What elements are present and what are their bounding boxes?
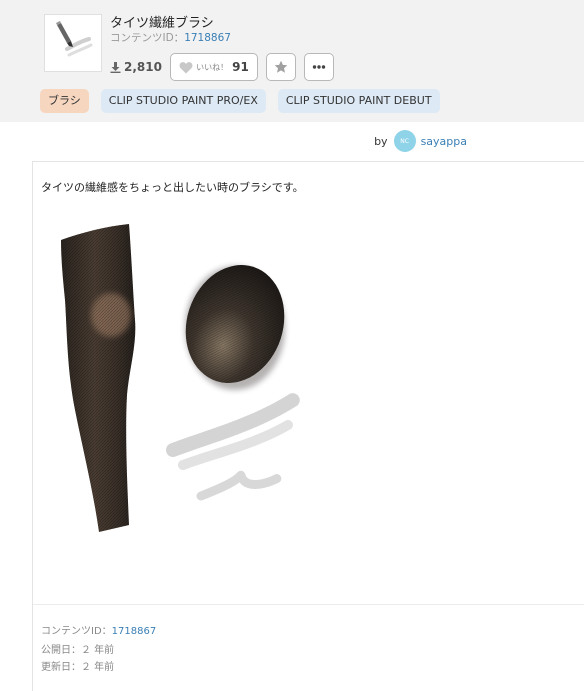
more-options-button[interactable] [303, 53, 334, 81]
material-description: タイツの繊維感をちょっと出したい時のブラシです。 [41, 181, 304, 194]
tag-csp-debut[interactable]: CLIP STUDIO PAINT DEBUT [277, 89, 440, 113]
meta-content-id-label: コンテンツID： [41, 626, 112, 637]
meta-content-id: コンテンツID：1718867 [41, 622, 156, 637]
content-id-line: コンテンツID：1718867 [110, 30, 231, 45]
author-name-link[interactable]: sayappa [421, 135, 467, 148]
content-id-link[interactable]: 1718867 [184, 32, 231, 44]
author-by-label: by [374, 134, 388, 148]
material-thumbnail[interactable] [44, 14, 102, 72]
more-icon [312, 65, 326, 69]
tag-brush[interactable]: ブラシ [40, 89, 89, 113]
footer-divider [33, 604, 584, 605]
favorite-button[interactable] [265, 53, 296, 81]
download-count: 2,810 [110, 60, 162, 74]
like-label: いいね！ [196, 62, 229, 72]
brush-sample-image [61, 224, 300, 532]
author-info: by NC sayappa [374, 129, 467, 153]
heart-icon [179, 61, 193, 73]
like-count: 91 [232, 60, 249, 74]
tag-list: ブラシ CLIP STUDIO PAINT PRO/EX CLIP STUDIO… [40, 89, 452, 113]
meta-content-id-link[interactable]: 1718867 [112, 626, 157, 637]
star-icon [274, 60, 288, 73]
meta-updated: 更新日：２ 年前 [41, 662, 115, 673]
brush-thumbnail-icon [56, 21, 93, 57]
like-button[interactable]: いいね！ 91 [169, 53, 258, 81]
meta-published: 公開日：２ 年前 [41, 645, 115, 656]
avatar[interactable]: NC [393, 130, 416, 152]
stats-bar: 2,810 いいね！ 91 [110, 53, 342, 81]
tag-csp-pro-ex[interactable]: CLIP STUDIO PAINT PRO/EX [100, 89, 266, 113]
material-header: タイツ繊維ブラシ コンテンツID：1718867 2,810 いいね！ 91 ブ… [0, 0, 584, 122]
download-count-value: 2,810 [124, 60, 162, 74]
material-title: タイツ繊維ブラシ [110, 16, 214, 31]
description-card: タイツの繊維感をちょっと出したい時のブラシです。 コンテンツID：1718867… [32, 161, 584, 691]
content-id-label: コンテンツID： [110, 32, 185, 44]
download-icon [110, 61, 121, 73]
